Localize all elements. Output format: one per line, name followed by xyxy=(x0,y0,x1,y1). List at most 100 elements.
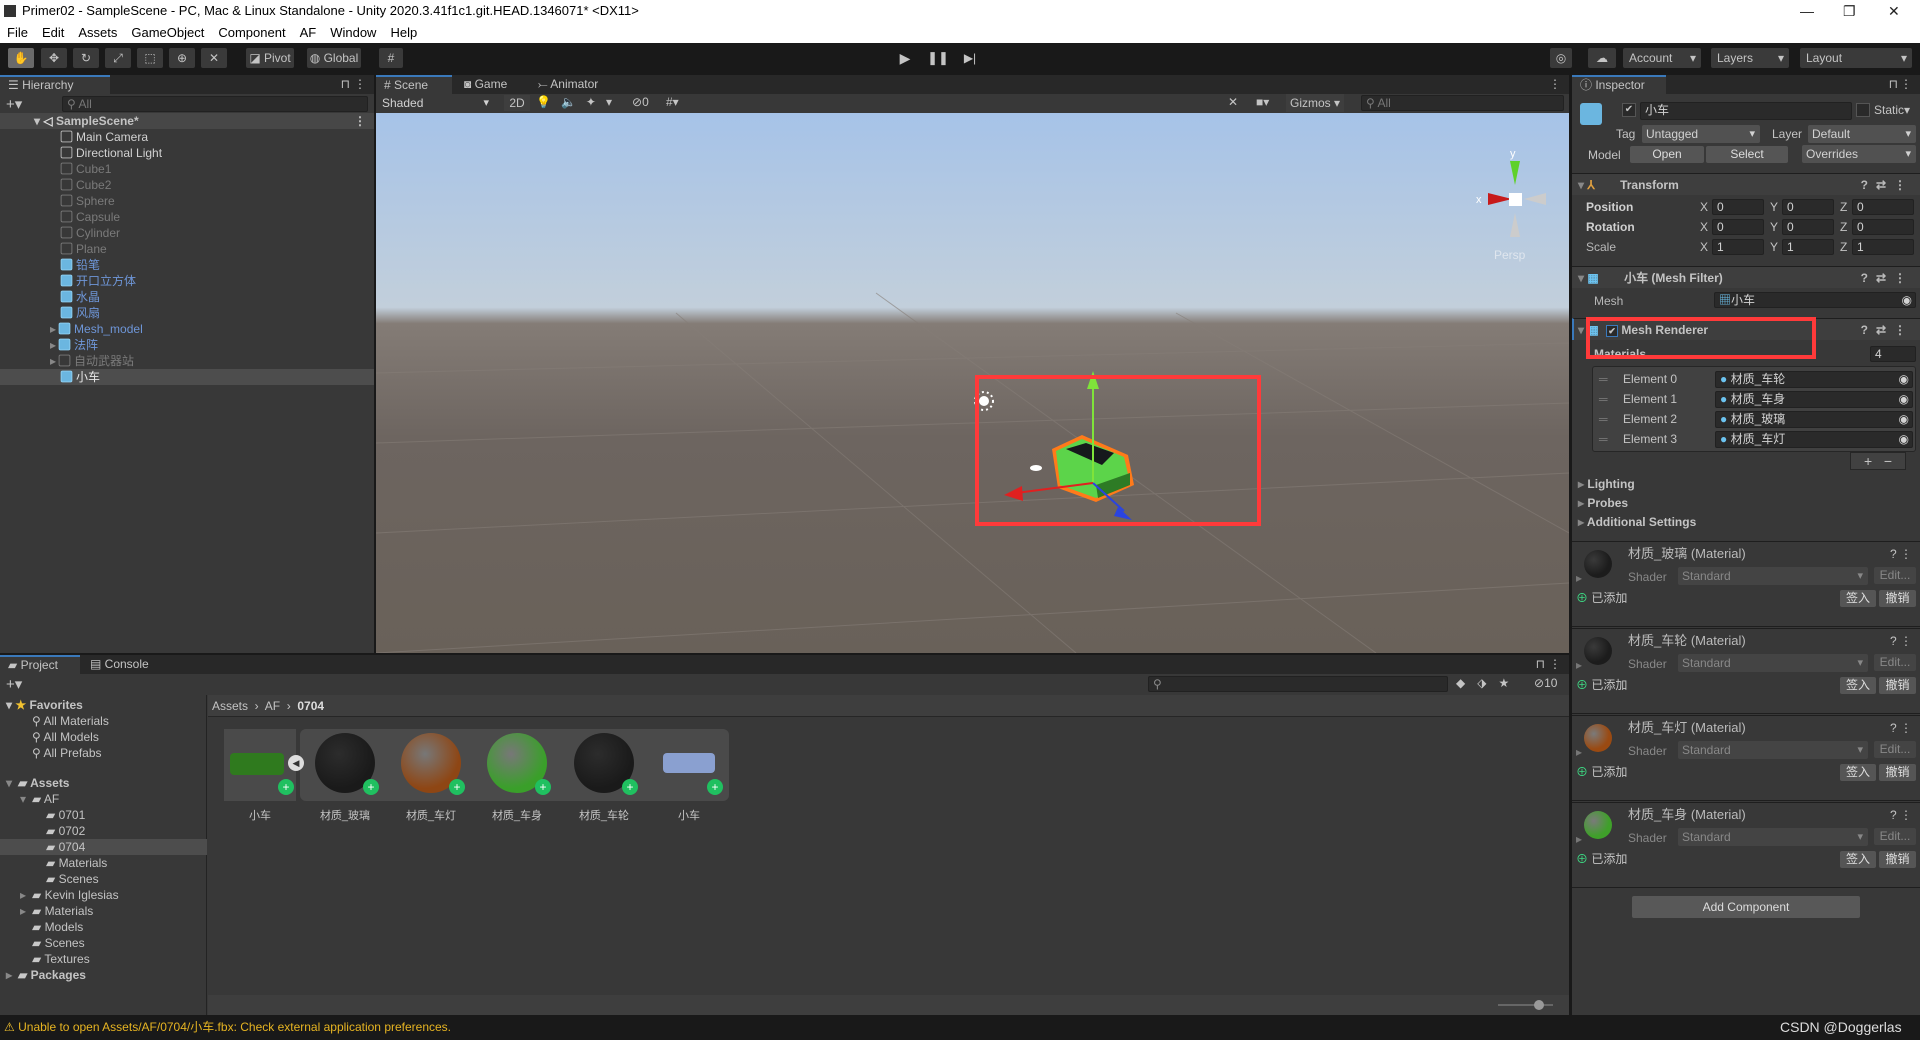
object-name-input[interactable]: 小车 xyxy=(1640,102,1852,120)
foldout-additional-settings[interactable]: ▸ Additional Settings xyxy=(1578,514,1696,530)
hierarchy-item[interactable]: Directional Light xyxy=(0,145,374,161)
icon-size-slider-handle[interactable] xyxy=(1534,1000,1544,1010)
component-actions[interactable]: ?⇄⋮ xyxy=(1861,267,1914,289)
scene-viewport[interactable]: y x Persp xyxy=(376,113,1569,653)
lighting-toggle-icon[interactable]: 💡 xyxy=(536,95,561,109)
component-actions[interactable]: ?⇄⋮ xyxy=(1861,319,1914,341)
breadcrumb-af[interactable]: AF xyxy=(265,699,280,713)
hierarchy-item[interactable]: ▸ 法阵 xyxy=(0,337,374,353)
materials-size-input[interactable]: 4 xyxy=(1870,346,1916,362)
component-actions[interactable]: ?⇄⋮ xyxy=(1861,174,1914,196)
edit-shader-button[interactable]: Edit... xyxy=(1874,654,1916,671)
active-checkbox[interactable]: ✔ xyxy=(1622,103,1636,117)
shader-dropdown[interactable]: Standard xyxy=(1678,654,1868,672)
menu-assets[interactable]: Assets xyxy=(71,22,124,43)
lock-icon[interactable]: ⊓ xyxy=(341,77,350,91)
component-actions[interactable]: ? ⋮ xyxy=(1890,546,1912,562)
hierarchy-item[interactable]: Cube1 xyxy=(0,161,374,177)
play-button[interactable]: ▶ xyxy=(892,48,918,68)
position-y-input[interactable]: 0 xyxy=(1782,199,1834,215)
status-message[interactable]: Unable to open Assets/AF/0704/小车.fbx: Ch… xyxy=(18,1020,451,1034)
more-menu-icon[interactable]: ⋮ xyxy=(1900,77,1912,91)
rect-tool-icon[interactable]: ⬚ xyxy=(137,48,163,68)
expand-arrow-icon[interactable]: ▸ xyxy=(1576,744,1582,760)
open-button[interactable]: Open xyxy=(1630,146,1704,163)
shading-mode-dropdown[interactable]: Shaded xyxy=(378,94,494,112)
scene-root-row[interactable]: ▾ ◁ SampleScene* ⋮ xyxy=(0,113,374,129)
asset-item[interactable]: + 材质_玻璃 xyxy=(309,729,381,825)
hidden-objects-toggle[interactable]: ⊘0 xyxy=(632,95,649,109)
tag-dropdown[interactable]: Untagged xyxy=(1642,125,1760,143)
grid-toggle-icon[interactable]: #▾ xyxy=(666,95,679,109)
hierarchy-item[interactable]: 开口立方体 xyxy=(0,273,374,289)
revert-button[interactable]: 撤销 xyxy=(1879,677,1916,694)
close-button[interactable]: ✕ xyxy=(1888,0,1900,22)
expand-arrow-icon[interactable]: ▸ xyxy=(1576,831,1582,847)
filter-by-label-icon[interactable]: ⬗ xyxy=(1477,676,1498,690)
folder-item[interactable]: ▰ Models xyxy=(0,919,207,935)
folder-item[interactable]: ▸ ▰ Kevin Iglesias xyxy=(0,887,207,903)
menu-gameobject[interactable]: GameObject xyxy=(124,22,211,43)
checkin-button[interactable]: 签入 xyxy=(1840,851,1876,868)
component-actions[interactable]: ? ⋮ xyxy=(1890,807,1912,823)
checkin-button[interactable]: 签入 xyxy=(1840,590,1876,607)
breadcrumb-0704[interactable]: 0704 xyxy=(297,699,324,713)
material-field[interactable]: ● 材质_车灯 ◉ xyxy=(1715,431,1913,448)
hierarchy-item[interactable]: 小车 xyxy=(0,369,374,385)
layer-dropdown[interactable]: Default xyxy=(1808,125,1916,143)
more-menu-icon[interactable]: ⋮ xyxy=(354,77,366,91)
audio-toggle-icon[interactable]: 🔈 xyxy=(561,95,586,109)
shader-dropdown[interactable]: Standard xyxy=(1678,567,1868,585)
create-button[interactable]: +▾ xyxy=(6,675,22,693)
lock-icon[interactable]: ⊓ xyxy=(1889,77,1898,91)
effects-toggle-icon[interactable]: ✦▾ xyxy=(586,95,622,109)
pivot-toggle[interactable]: ◪ Pivot xyxy=(246,48,294,68)
orientation-gizmo[interactable]: y x Persp xyxy=(1476,148,1546,262)
remove-element-button[interactable]: − xyxy=(1884,453,1892,469)
icon-size-slider[interactable] xyxy=(1498,1004,1553,1006)
folder-item[interactable]: ▰ Textures xyxy=(0,951,207,967)
expand-arrow-icon[interactable]: ▾ xyxy=(6,775,18,791)
mesh-filter-header[interactable]: ▾ ▦ 小车 (Mesh Filter) ?⇄⋮ xyxy=(1572,266,1920,288)
revert-button[interactable]: 撤销 xyxy=(1879,851,1916,868)
favorites-filter-icon[interactable]: ★ xyxy=(1498,676,1521,690)
hierarchy-item[interactable]: Sphere xyxy=(0,193,374,209)
drag-handle-icon[interactable]: ═ xyxy=(1599,431,1608,447)
grid-snap-icon[interactable]: # xyxy=(379,48,403,68)
static-checkbox[interactable] xyxy=(1856,103,1870,117)
tab-console[interactable]: ▤ Console xyxy=(82,655,157,674)
hierarchy-item[interactable]: Plane xyxy=(0,241,374,257)
drag-handle-icon[interactable]: ═ xyxy=(1599,391,1608,407)
expand-arrow-icon[interactable]: ▸ xyxy=(50,338,56,352)
position-x-input[interactable]: 0 xyxy=(1712,199,1764,215)
checkin-button[interactable]: 签入 xyxy=(1840,677,1876,694)
breadcrumb-assets[interactable]: Assets xyxy=(212,699,248,713)
checkin-button[interactable]: 签入 xyxy=(1840,764,1876,781)
hidden-packages-toggle[interactable]: ⊘10 xyxy=(1534,676,1557,690)
add-button[interactable]: +▾ xyxy=(6,95,22,113)
hierarchy-item[interactable]: Capsule xyxy=(0,209,374,225)
menu-edit[interactable]: Edit xyxy=(35,22,71,43)
mesh-field[interactable]: ▦小车 ◉ xyxy=(1714,292,1916,308)
add-element-button[interactable]: + xyxy=(1864,453,1872,469)
folder-item[interactable]: ▰ Materials xyxy=(0,855,207,871)
material-field[interactable]: ● 材质_车身 ◉ xyxy=(1715,391,1913,408)
select-button[interactable]: Select xyxy=(1706,146,1788,163)
lock-icon[interactable]: ⊓ xyxy=(1536,657,1545,671)
tab-inspector[interactable]: ⓘ Inspector xyxy=(1572,75,1666,94)
scene-menu-icon[interactable]: ⋮ xyxy=(354,113,366,129)
tab-scene[interactable]: # Scene xyxy=(376,75,452,94)
more-menu-icon[interactable]: ⋮ xyxy=(1549,657,1561,671)
hierarchy-item[interactable]: Cube2 xyxy=(0,177,374,193)
favorites-header[interactable]: ▾ ★ Favorites xyxy=(6,697,83,713)
maximize-button[interactable]: ❐ xyxy=(1843,0,1856,22)
shader-dropdown[interactable]: Standard xyxy=(1678,741,1868,759)
folder-item[interactable]: ▰ 0702 xyxy=(0,823,207,839)
shader-dropdown[interactable]: Standard xyxy=(1678,828,1868,846)
collapse-subassets-button[interactable]: ◀ xyxy=(288,755,304,771)
menu-file[interactable]: File xyxy=(0,22,35,43)
expand-arrow-icon[interactable]: ▸ xyxy=(20,903,32,919)
material-field[interactable]: ● 材质_车轮 ◉ xyxy=(1715,371,1913,388)
rotation-z-input[interactable]: 0 xyxy=(1852,219,1914,235)
favorite-item[interactable]: ⚲ All Materials xyxy=(32,713,109,729)
